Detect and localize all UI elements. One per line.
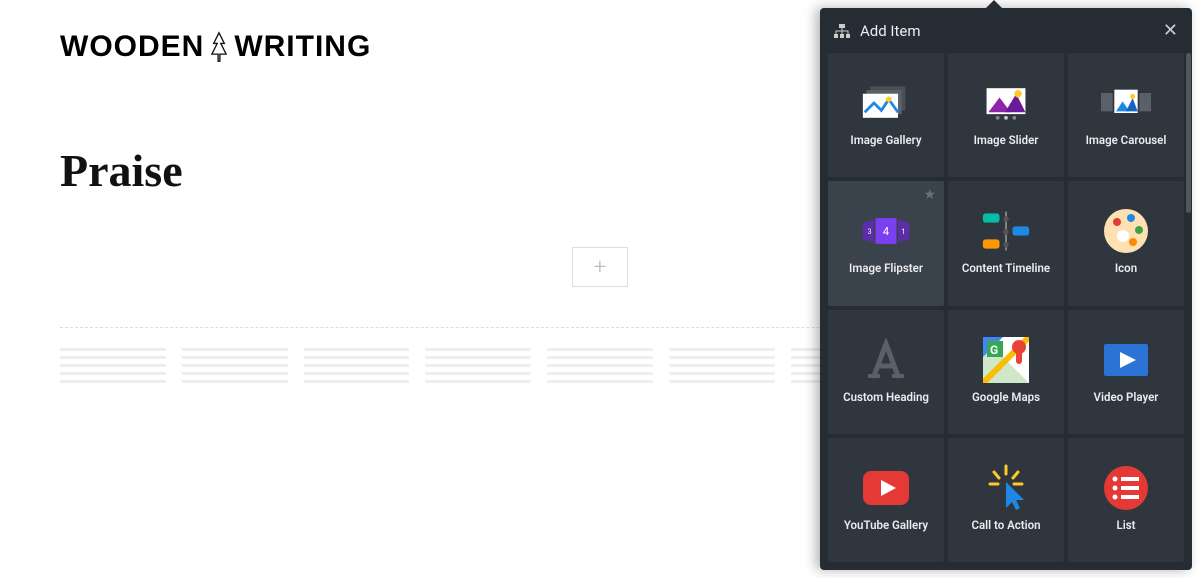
logo-text-2: WRITING [234,30,371,64]
panel-header: Add Item ✕ [820,8,1192,53]
placeholder-col [669,348,775,388]
placeholder-col [547,348,653,388]
heading-icon [861,340,911,380]
svg-text:G: G [990,343,998,357]
cta-icon [981,468,1031,508]
carousel-icon [1101,83,1151,123]
gallery-icon [861,83,911,123]
panel-grid-wrap: Image Gallery Image Slider Image Carousel ★… [820,53,1192,570]
item-timeline[interactable]: Content Timeline [948,181,1064,305]
item-cta[interactable]: Call to Action [948,438,1064,562]
star-icon[interactable]: ★ [923,187,936,203]
sitemap-icon [834,24,850,38]
item-label: Image Carousel [1086,133,1167,147]
scrollbar-track[interactable] [1186,53,1191,570]
item-maps[interactable]: G Google Maps [948,310,1064,434]
item-palette[interactable]: Icon [1068,181,1184,305]
youtube-icon [861,468,911,508]
page: WOODEN WRITING About Hire Me Sa Praise + [0,0,1200,578]
item-label: Icon [1115,261,1137,275]
logo-text-1: WOODEN [60,30,204,64]
scrollbar-thumb[interactable] [1186,53,1191,213]
maps-icon: G [981,340,1031,380]
item-label: Image Gallery [850,133,921,147]
panel-grid: Image Gallery Image Slider Image Carousel ★… [828,53,1184,562]
palette-icon [1101,211,1151,251]
item-flipster[interactable]: ★ 3 4 1 Image Flipster [828,181,944,305]
timeline-icon [981,211,1031,251]
tree-icon [210,31,228,63]
placeholder-col [60,348,166,388]
svg-text:3: 3 [867,228,871,237]
item-video[interactable]: Video Player [1068,310,1184,434]
placeholder-col [182,348,288,388]
slider-icon [981,83,1031,123]
item-label: List [1117,518,1136,532]
item-slider[interactable]: Image Slider [948,53,1064,177]
item-gallery[interactable]: Image Gallery [828,53,944,177]
add-block-button[interactable]: + [572,247,628,287]
item-label: Image Slider [974,133,1039,147]
add-item-panel: Add Item ✕ Image GalleryImage SliderImag… [820,8,1192,570]
item-label: Call to Action [971,518,1040,532]
placeholder-col [425,348,531,388]
item-label: Image Flipster [849,261,923,275]
item-label: Video Player [1094,390,1159,404]
panel-title: Add Item [860,22,1153,40]
video-icon [1101,340,1151,380]
item-carousel[interactable]: Image Carousel [1068,53,1184,177]
placeholder-col [304,348,410,388]
site-logo: WOODEN WRITING [60,30,371,64]
item-label: Google Maps [972,390,1040,404]
list-icon [1101,468,1151,508]
close-icon[interactable]: ✕ [1163,20,1178,41]
item-label: Content Timeline [962,261,1050,275]
flipster-icon: 3 4 1 [861,211,911,251]
svg-text:4: 4 [883,225,890,238]
item-list[interactable]: List [1068,438,1184,562]
item-heading[interactable]: Custom Heading [828,310,944,434]
item-youtube[interactable]: YouTube Gallery [828,438,944,562]
item-label: YouTube Gallery [844,518,928,532]
svg-text:1: 1 [901,228,905,237]
item-label: Custom Heading [843,390,929,404]
